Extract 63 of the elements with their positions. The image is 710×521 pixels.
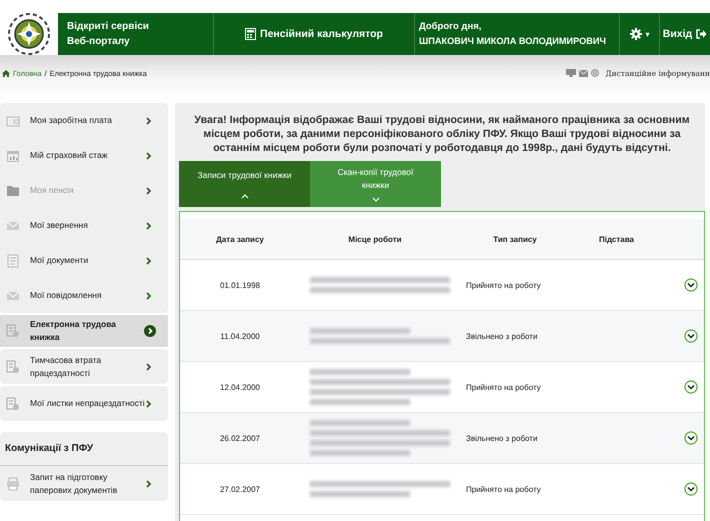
greeting-text: Доброго дня, xyxy=(419,20,482,34)
notice-text: Увага! Інформація відображає Ваші трудові відносини, як найманого працівника за основним місцем роботи, за даними персоніфікованого обліку ПФУ. Якщо Ваші трудові відносини за останнім місцем роботи були розпочаті у роботодавця до 1998р., дані будуть відсутні. xyxy=(193,113,691,155)
printer-icon xyxy=(6,476,20,490)
date-cell-text: 01.01.1998 xyxy=(218,280,262,290)
sidebar-item[interactable]: Мої звернення xyxy=(0,208,168,243)
chevron-right-icon xyxy=(146,480,152,488)
folder-icon xyxy=(6,184,20,198)
home-icon xyxy=(2,70,10,76)
chevron-up-icon xyxy=(240,194,248,199)
sidebar-item[interactable]: Тимчасова втрата працездатності xyxy=(0,349,168,384)
date-cell-text: 12.04.2000 xyxy=(218,382,262,392)
sidebar-item[interactable]: Запит на підготовку паперових документів xyxy=(0,466,168,501)
site-title: Веб-порталу xyxy=(67,35,130,49)
record-type-cell-text: Прийнято на роботу xyxy=(465,382,542,392)
user-name: ШПАКОВИЧ МИКОЛА ВОЛОДИМИРОВИЧ xyxy=(419,35,606,48)
sidebar-item[interactable]: Мої документи xyxy=(0,243,168,278)
chevron-right-icon xyxy=(146,222,152,230)
column-header: Тип запису xyxy=(492,234,538,244)
record-type-cell-text: Звільнено з роботи xyxy=(465,332,538,340)
doc-icon xyxy=(6,254,20,268)
site-title: Відкриті сервіси xyxy=(67,20,149,34)
column-header: Підстава xyxy=(598,234,636,244)
emblem-logo-icon[interactable] xyxy=(0,13,58,55)
record-type-cell-text: Прийнято на роботу xyxy=(465,484,542,494)
calculator-icon xyxy=(245,28,256,40)
mail-icon xyxy=(6,218,20,232)
chevron-right-icon xyxy=(146,256,152,264)
expand-row-icon[interactable] xyxy=(684,431,698,445)
mail-icon xyxy=(6,288,20,302)
expand-row-icon[interactable] xyxy=(684,329,698,343)
date-cell-text: 11.04.2000 xyxy=(219,332,261,340)
sidebar-item[interactable]: Моя заробітна плата xyxy=(0,103,168,138)
chevron-right-icon xyxy=(146,152,152,160)
record-type-cell-text: Звільнено з роботи xyxy=(465,434,538,442)
chevron-right-icon xyxy=(146,292,152,300)
chevron-down-icon xyxy=(372,197,380,202)
sidebar-item[interactable]: Мій страховий стаж xyxy=(0,138,168,173)
chevron-right-icon xyxy=(146,116,152,124)
date-cell-text: 27.02.2007 xyxy=(218,484,262,494)
expand-row-icon[interactable] xyxy=(684,278,698,292)
expand-row-icon[interactable] xyxy=(684,380,698,394)
chevron-right-icon xyxy=(146,400,152,408)
sidebar-item[interactable]: Електронна трудова книжка xyxy=(0,315,168,347)
chevron-right-icon xyxy=(146,186,152,194)
sidebar-item[interactable]: Мої повідомлення xyxy=(0,278,168,313)
sidebar-item[interactable]: Мої листки непрацездатності xyxy=(0,386,168,421)
wallet-icon xyxy=(6,114,20,128)
settings-icon xyxy=(630,28,642,40)
tab[interactable]: Скан-копії трудової книжки xyxy=(310,161,441,207)
chevron-right-circle-icon xyxy=(144,325,156,337)
envelope-icon[interactable] xyxy=(578,70,588,76)
logout-link[interactable]: Вихід xyxy=(660,13,710,55)
section-title: Комунікації з ПФУ xyxy=(0,432,168,466)
logout-icon xyxy=(696,29,708,39)
chevron-right-icon xyxy=(146,362,152,370)
calendar-icon xyxy=(6,148,20,162)
date-cell-text: 26.02.2007 xyxy=(218,434,262,442)
tab[interactable]: Записи трудової книжки xyxy=(179,161,310,207)
record-type-cell-text: Прийнято на роботу xyxy=(465,280,542,290)
monitor-icon[interactable] xyxy=(566,69,576,77)
column-header: Дата запису xyxy=(215,234,265,244)
column-header: Місце роботи xyxy=(347,234,403,244)
expand-row-icon[interactable] xyxy=(684,482,698,496)
